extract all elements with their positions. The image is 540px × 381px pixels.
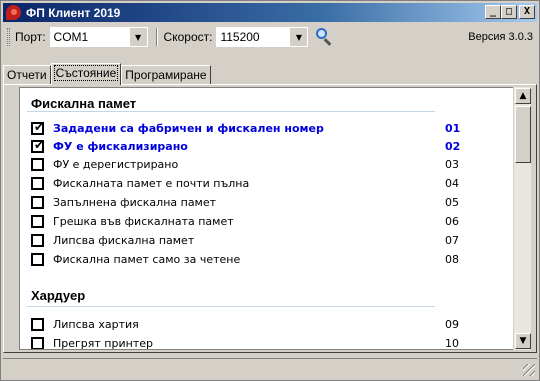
- window-title: ФП Клиент 2019: [26, 5, 121, 20]
- item-code: 09: [445, 317, 459, 331]
- list-item[interactable]: Запълнена фискална памет 05: [31, 193, 491, 211]
- status-bar: [3, 358, 537, 378]
- version-label: Версия 3.0.3: [468, 31, 533, 43]
- status-list: Фискална памет ✔ Зададени са фабричен и …: [19, 87, 514, 350]
- checkbox[interactable]: [31, 176, 44, 190]
- speed-value: 115200: [220, 30, 260, 44]
- check-icon: ✔: [34, 119, 45, 134]
- resize-grip-icon[interactable]: [523, 364, 535, 376]
- list-item[interactable]: Фискална памет само за четене 08: [31, 250, 491, 268]
- item-code: 10: [445, 336, 459, 350]
- list-item[interactable]: Липсва хартия 09: [31, 315, 491, 333]
- checkbox[interactable]: ✔: [31, 119, 45, 135]
- window-controls: _ □ X: [485, 5, 535, 19]
- item-code: 04: [445, 176, 459, 190]
- item-code: 01: [445, 121, 461, 135]
- item-code: 02: [445, 139, 461, 153]
- section-title-hardware: Хардуер: [31, 288, 86, 303]
- checkbox[interactable]: [31, 317, 44, 331]
- vertical-scrollbar[interactable]: ▲ ▼: [513, 87, 531, 350]
- app-logo-icon: [6, 5, 21, 20]
- item-label: Грешка във фискалната памет: [53, 214, 234, 228]
- item-label: Запълнена фискална памет: [53, 195, 217, 209]
- checkbox[interactable]: [31, 195, 44, 209]
- tab-status-label: Състояние: [53, 65, 119, 81]
- search-icon[interactable]: [314, 27, 334, 47]
- port-value: COM1: [53, 30, 89, 44]
- item-code: 06: [445, 214, 459, 228]
- toolbar-grip[interactable]: [7, 28, 10, 46]
- app-window: ФП Клиент 2019 _ □ X Порт: COM1 ▼ Скорос…: [0, 0, 540, 381]
- port-label: Порт:: [15, 30, 46, 44]
- item-code: 03: [445, 157, 459, 171]
- check-icon: ✔: [34, 137, 45, 152]
- checkbox[interactable]: [31, 336, 44, 349]
- checkbox[interactable]: [31, 252, 44, 266]
- checkbox[interactable]: [31, 214, 44, 228]
- checkbox[interactable]: ✔: [31, 137, 45, 153]
- list-item[interactable]: Фискалната памет е почти пълна 04: [31, 174, 491, 192]
- port-select[interactable]: COM1 ▼: [49, 27, 148, 47]
- scroll-thumb[interactable]: [515, 106, 531, 163]
- item-code: 07: [445, 233, 459, 247]
- checkbox[interactable]: [31, 157, 44, 171]
- item-code: 08: [445, 252, 459, 266]
- tab-strip: Отчети Състояние Програмиране: [3, 63, 211, 85]
- toolbar-separator: [155, 28, 158, 46]
- list-item[interactable]: ✔ ФУ е фискализирано 02: [31, 137, 491, 155]
- item-label: Липсва фискална памет: [53, 233, 195, 247]
- item-label: Фискална памет само за четене: [53, 252, 241, 266]
- maximize-button[interactable]: □: [501, 5, 517, 19]
- speed-label: Скорост:: [163, 30, 213, 44]
- item-label: ФУ е дерегистрирано: [53, 157, 179, 171]
- close-button[interactable]: X: [519, 5, 535, 19]
- chevron-down-icon[interactable]: ▼: [129, 28, 147, 46]
- item-label: Прегрят принтер: [53, 336, 153, 350]
- toolbar: Порт: COM1 ▼ Скорост: 115200 ▼ Версия 3.…: [3, 25, 537, 49]
- tab-programming[interactable]: Програмиране: [121, 65, 211, 85]
- list-item[interactable]: Липсва фискална памет 07: [31, 231, 491, 249]
- item-label: ФУ е фискализирано: [53, 139, 188, 153]
- tab-status[interactable]: Състояние: [50, 63, 122, 85]
- checkbox[interactable]: [31, 233, 44, 247]
- list-item[interactable]: Грешка във фискалната памет 06: [31, 212, 491, 230]
- scroll-up-icon[interactable]: ▲: [515, 88, 531, 104]
- list-item[interactable]: Прегрят принтер 10: [31, 334, 491, 350]
- list-item[interactable]: ✔ Зададени са фабричен и фискален номер …: [31, 119, 491, 137]
- item-label: Зададени са фабричен и фискален номер: [53, 121, 324, 135]
- item-code: 05: [445, 195, 459, 209]
- scroll-down-icon[interactable]: ▼: [515, 333, 531, 349]
- speed-select[interactable]: 115200 ▼: [216, 27, 309, 47]
- item-label: Липсва хартия: [53, 317, 139, 331]
- chevron-down-icon[interactable]: ▼: [290, 28, 308, 46]
- title-bar[interactable]: ФП Клиент 2019 _ □ X: [3, 3, 537, 22]
- list-item[interactable]: ФУ е дерегистрирано 03: [31, 155, 491, 173]
- section-divider: [27, 111, 435, 112]
- section-divider: [27, 306, 435, 307]
- minimize-button[interactable]: _: [485, 5, 501, 19]
- item-label: Фискалната памет е почти пълна: [53, 176, 250, 190]
- tab-reports[interactable]: Отчети: [3, 65, 51, 85]
- section-title-fiscal-memory: Фискална памет: [31, 96, 137, 111]
